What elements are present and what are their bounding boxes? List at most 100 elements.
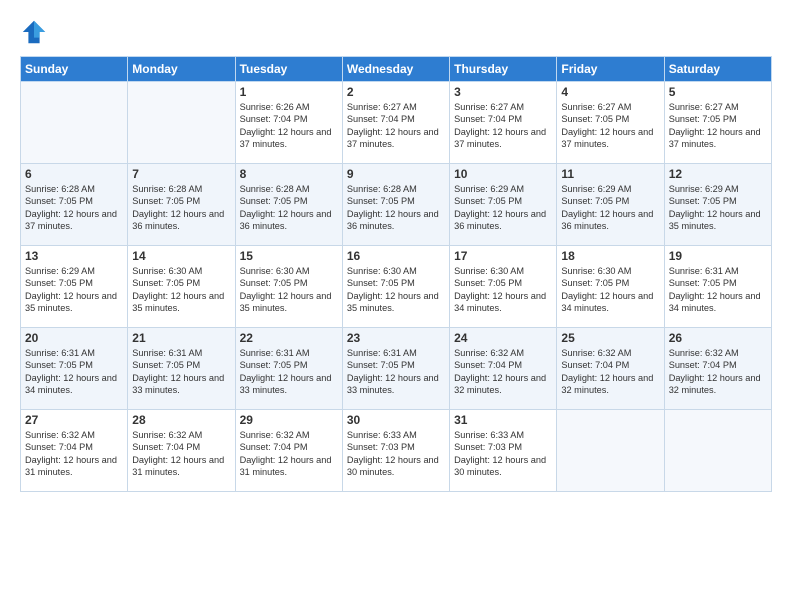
day-number: 14 (132, 249, 230, 263)
day-number: 4 (561, 85, 659, 99)
calendar-cell: 11 Sunrise: 6:29 AM Sunset: 7:05 PM Dayli… (557, 164, 664, 246)
day-number: 12 (669, 167, 767, 181)
day-number: 31 (454, 413, 552, 427)
day-number: 29 (240, 413, 338, 427)
calendar-cell: 20 Sunrise: 6:31 AM Sunset: 7:05 PM Dayli… (21, 328, 128, 410)
calendar-cell: 12 Sunrise: 6:29 AM Sunset: 7:05 PM Dayli… (664, 164, 771, 246)
calendar-cell: 6 Sunrise: 6:28 AM Sunset: 7:05 PM Daylig… (21, 164, 128, 246)
cell-content: Sunrise: 6:27 AM Sunset: 7:05 PM Dayligh… (669, 101, 767, 151)
cell-content: Sunrise: 6:29 AM Sunset: 7:05 PM Dayligh… (669, 183, 767, 233)
day-number: 6 (25, 167, 123, 181)
cell-content: Sunrise: 6:30 AM Sunset: 7:05 PM Dayligh… (454, 265, 552, 315)
calendar-cell: 29 Sunrise: 6:32 AM Sunset: 7:04 PM Dayli… (235, 410, 342, 492)
day-number: 21 (132, 331, 230, 345)
day-number: 7 (132, 167, 230, 181)
calendar-cell: 18 Sunrise: 6:30 AM Sunset: 7:05 PM Dayli… (557, 246, 664, 328)
calendar-week-row: 27 Sunrise: 6:32 AM Sunset: 7:04 PM Dayli… (21, 410, 772, 492)
calendar-cell: 10 Sunrise: 6:29 AM Sunset: 7:05 PM Dayli… (450, 164, 557, 246)
calendar-day-header: Saturday (664, 57, 771, 82)
calendar-week-row: 1Sunrise: 6:26 AM Sunset: 7:04 PM Daylig… (21, 82, 772, 164)
cell-content: Sunrise: 6:31 AM Sunset: 7:05 PM Dayligh… (240, 347, 338, 397)
calendar-cell: 2Sunrise: 6:27 AM Sunset: 7:04 PM Daylig… (342, 82, 449, 164)
day-number: 3 (454, 85, 552, 99)
calendar-cell: 8 Sunrise: 6:28 AM Sunset: 7:05 PM Daylig… (235, 164, 342, 246)
calendar-week-row: 6 Sunrise: 6:28 AM Sunset: 7:05 PM Daylig… (21, 164, 772, 246)
calendar-day-header: Tuesday (235, 57, 342, 82)
calendar-cell: 14Sunrise: 6:30 AM Sunset: 7:05 PM Dayli… (128, 246, 235, 328)
day-number: 15 (240, 249, 338, 263)
day-number: 25 (561, 331, 659, 345)
cell-content: Sunrise: 6:29 AM Sunset: 7:05 PM Dayligh… (454, 183, 552, 233)
day-number: 22 (240, 331, 338, 345)
calendar-cell: 16 Sunrise: 6:30 AM Sunset: 7:05 PM Dayli… (342, 246, 449, 328)
day-number: 20 (25, 331, 123, 345)
cell-content: Sunrise: 6:33 AM Sunset: 7:03 PM Dayligh… (347, 429, 445, 479)
cell-content: Sunrise: 6:31 AM Sunset: 7:05 PM Dayligh… (347, 347, 445, 397)
calendar-cell: 5 Sunrise: 6:27 AM Sunset: 7:05 PM Daylig… (664, 82, 771, 164)
cell-content: Sunrise: 6:27 AM Sunset: 7:04 PM Dayligh… (454, 101, 552, 151)
cell-content: Sunrise: 6:28 AM Sunset: 7:05 PM Dayligh… (240, 183, 338, 233)
cell-content: Sunrise: 6:33 AM Sunset: 7:03 PM Dayligh… (454, 429, 552, 479)
cell-content: Sunrise: 6:31 AM Sunset: 7:05 PM Dayligh… (132, 347, 230, 397)
cell-content: Sunrise: 6:31 AM Sunset: 7:05 PM Dayligh… (25, 347, 123, 397)
day-number: 30 (347, 413, 445, 427)
calendar-cell: 7 Sunrise: 6:28 AM Sunset: 7:05 PM Daylig… (128, 164, 235, 246)
day-number: 18 (561, 249, 659, 263)
calendar-day-header: Monday (128, 57, 235, 82)
day-number: 17 (454, 249, 552, 263)
day-number: 8 (240, 167, 338, 181)
cell-content: Sunrise: 6:32 AM Sunset: 7:04 PM Dayligh… (240, 429, 338, 479)
page: SundayMondayTuesdayWednesdayThursdayFrid… (0, 0, 792, 612)
calendar-cell: 13Sunrise: 6:29 AM Sunset: 7:05 PM Dayli… (21, 246, 128, 328)
calendar-day-header: Thursday (450, 57, 557, 82)
calendar-cell (128, 82, 235, 164)
day-number: 5 (669, 85, 767, 99)
cell-content: Sunrise: 6:29 AM Sunset: 7:05 PM Dayligh… (25, 265, 123, 315)
calendar-cell: 28Sunrise: 6:32 AM Sunset: 7:04 PM Dayli… (128, 410, 235, 492)
calendar-cell: 9Sunrise: 6:28 AM Sunset: 7:05 PM Daylig… (342, 164, 449, 246)
calendar-cell: 22 Sunrise: 6:31 AM Sunset: 7:05 PM Dayli… (235, 328, 342, 410)
calendar-cell: 26Sunrise: 6:32 AM Sunset: 7:04 PM Dayli… (664, 328, 771, 410)
cell-content: Sunrise: 6:28 AM Sunset: 7:05 PM Dayligh… (25, 183, 123, 233)
cell-content: Sunrise: 6:31 AM Sunset: 7:05 PM Dayligh… (669, 265, 767, 315)
calendar-day-header: Sunday (21, 57, 128, 82)
cell-content: Sunrise: 6:32 AM Sunset: 7:04 PM Dayligh… (132, 429, 230, 479)
header (20, 18, 772, 46)
cell-content: Sunrise: 6:27 AM Sunset: 7:05 PM Dayligh… (561, 101, 659, 151)
calendar-day-header: Friday (557, 57, 664, 82)
cell-content: Sunrise: 6:27 AM Sunset: 7:04 PM Dayligh… (347, 101, 445, 151)
day-number: 16 (347, 249, 445, 263)
calendar-header-row: SundayMondayTuesdayWednesdayThursdayFrid… (21, 57, 772, 82)
day-number: 10 (454, 167, 552, 181)
calendar-cell: 17 Sunrise: 6:30 AM Sunset: 7:05 PM Dayli… (450, 246, 557, 328)
calendar-cell: 27 Sunrise: 6:32 AM Sunset: 7:04 PM Dayli… (21, 410, 128, 492)
logo (20, 18, 52, 46)
calendar-cell (21, 82, 128, 164)
cell-content: Sunrise: 6:30 AM Sunset: 7:05 PM Dayligh… (561, 265, 659, 315)
cell-content: Sunrise: 6:30 AM Sunset: 7:05 PM Dayligh… (347, 265, 445, 315)
calendar-table: SundayMondayTuesdayWednesdayThursdayFrid… (20, 56, 772, 492)
cell-content: Sunrise: 6:32 AM Sunset: 7:04 PM Dayligh… (669, 347, 767, 397)
calendar-week-row: 13Sunrise: 6:29 AM Sunset: 7:05 PM Dayli… (21, 246, 772, 328)
day-number: 27 (25, 413, 123, 427)
calendar-cell: 30 Sunrise: 6:33 AM Sunset: 7:03 PM Dayli… (342, 410, 449, 492)
cell-content: Sunrise: 6:32 AM Sunset: 7:04 PM Dayligh… (25, 429, 123, 479)
calendar-cell (664, 410, 771, 492)
cell-content: Sunrise: 6:30 AM Sunset: 7:05 PM Dayligh… (240, 265, 338, 315)
day-number: 1 (240, 85, 338, 99)
calendar-cell: 1Sunrise: 6:26 AM Sunset: 7:04 PM Daylig… (235, 82, 342, 164)
calendar-day-header: Wednesday (342, 57, 449, 82)
calendar-cell: 3 Sunrise: 6:27 AM Sunset: 7:04 PM Daylig… (450, 82, 557, 164)
logo-icon (20, 18, 48, 46)
cell-content: Sunrise: 6:32 AM Sunset: 7:04 PM Dayligh… (454, 347, 552, 397)
cell-content: Sunrise: 6:32 AM Sunset: 7:04 PM Dayligh… (561, 347, 659, 397)
calendar-cell: 31 Sunrise: 6:33 AM Sunset: 7:03 PM Dayli… (450, 410, 557, 492)
calendar-cell (557, 410, 664, 492)
cell-content: Sunrise: 6:29 AM Sunset: 7:05 PM Dayligh… (561, 183, 659, 233)
day-number: 23 (347, 331, 445, 345)
cell-content: Sunrise: 6:28 AM Sunset: 7:05 PM Dayligh… (132, 183, 230, 233)
day-number: 11 (561, 167, 659, 181)
calendar-cell: 21 Sunrise: 6:31 AM Sunset: 7:05 PM Dayli… (128, 328, 235, 410)
day-number: 19 (669, 249, 767, 263)
day-number: 24 (454, 331, 552, 345)
